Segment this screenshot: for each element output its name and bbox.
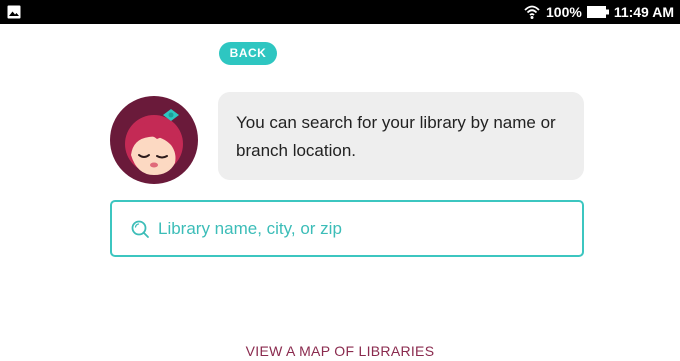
back-button[interactable]: BACK xyxy=(219,42,277,65)
status-bar: 100% 11:49 AM xyxy=(0,0,680,24)
search-input[interactable] xyxy=(158,213,558,244)
battery-icon xyxy=(586,6,609,18)
search-icon xyxy=(131,220,149,238)
clock: 11:49 AM xyxy=(613,4,674,20)
wifi-icon xyxy=(524,5,540,19)
speech-bubble: You can search for your library by name … xyxy=(218,92,584,180)
battery-percent: 100% xyxy=(546,4,582,20)
libby-avatar-icon xyxy=(110,96,198,184)
view-map-link[interactable]: VIEW A MAP OF LIBRARIES xyxy=(0,343,680,359)
search-field[interactable] xyxy=(110,200,584,257)
status-right: 100% 11:49 AM xyxy=(523,0,674,24)
image-icon xyxy=(7,5,21,19)
screen: 100% 11:49 AM BACK You can search for yo… xyxy=(0,0,680,361)
message-text: You can search for your library by name … xyxy=(236,113,556,160)
